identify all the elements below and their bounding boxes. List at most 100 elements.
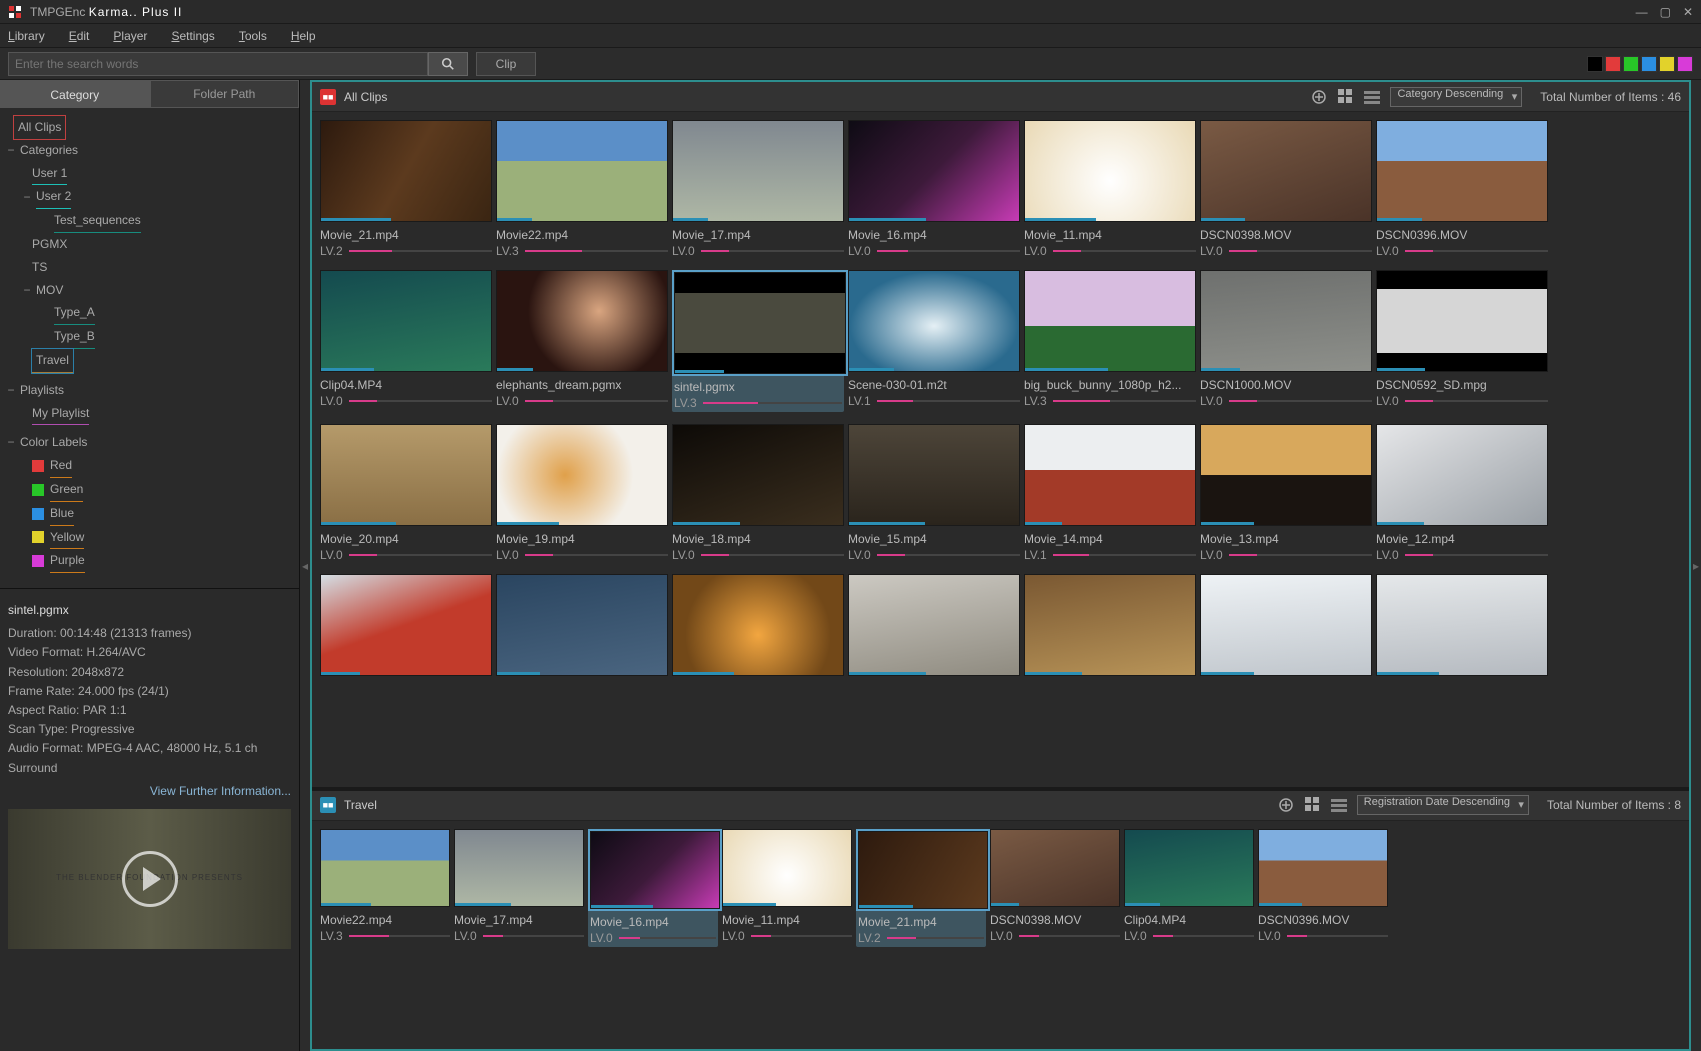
color-filter-1[interactable] — [1605, 56, 1621, 72]
clip-thumbnail[interactable] — [1124, 829, 1254, 907]
clip-item[interactable]: Movie_17.mp4LV.0 — [454, 829, 584, 947]
clip-thumbnail[interactable] — [848, 120, 1020, 222]
tree-playlists[interactable]: Playlists — [20, 379, 64, 402]
tree-my-playlist[interactable]: My Playlist — [32, 402, 89, 426]
clip-thumbnail[interactable] — [1376, 120, 1548, 222]
tree-pgmx[interactable]: PGMX — [32, 233, 67, 256]
tree-blue[interactable]: Blue — [50, 502, 74, 526]
tree-user2[interactable]: User 2 — [36, 185, 71, 209]
add-button[interactable] — [1310, 88, 1328, 106]
clip-item[interactable]: DSCN0592_SD.mpgLV.0 — [1376, 270, 1548, 412]
menu-library[interactable]: Library — [8, 29, 45, 43]
clip-thumbnail[interactable] — [848, 270, 1020, 372]
clip-thumbnail[interactable] — [320, 120, 492, 222]
color-filter-0[interactable] — [1587, 56, 1603, 72]
tree-ts[interactable]: TS — [32, 256, 47, 279]
clip-thumbnail[interactable] — [320, 424, 492, 526]
clip-item[interactable]: Movie_18.mp4LV.0 — [672, 424, 844, 562]
color-filter-4[interactable] — [1659, 56, 1675, 72]
tree-purple[interactable]: Purple — [50, 549, 85, 573]
menu-help[interactable]: Help — [291, 29, 316, 43]
clip-item[interactable]: Movie_14.mp4LV.1 — [1024, 424, 1196, 562]
clip-item[interactable]: Scene-030-01.m2tLV.1 — [848, 270, 1020, 412]
menu-player[interactable]: Player — [113, 29, 147, 43]
maximize-button[interactable]: ▢ — [1660, 5, 1671, 19]
clip-item[interactable]: sintel.pgmxLV.3 — [672, 270, 844, 412]
clip-item[interactable]: Movie_11.mp4LV.0 — [1024, 120, 1196, 258]
sort-dropdown-lower[interactable]: Registration Date Descending — [1357, 795, 1529, 815]
clip-thumbnail[interactable] — [858, 831, 988, 909]
clip-thumbnail[interactable] — [496, 424, 668, 526]
clip-thumbnail[interactable] — [454, 829, 584, 907]
clip-thumbnail[interactable] — [1024, 270, 1196, 372]
list-view-icon[interactable] — [1364, 89, 1380, 105]
menu-tools[interactable]: Tools — [239, 29, 267, 43]
clip-item[interactable]: Movie_11.mp4LV.0 — [722, 829, 852, 947]
clip-thumbnail[interactable] — [1024, 424, 1196, 526]
clip-item[interactable] — [496, 574, 668, 676]
clip-item[interactable] — [672, 574, 844, 676]
clip-item[interactable]: Movie_13.mp4LV.0 — [1200, 424, 1372, 562]
clip-item[interactable]: DSCN1000.MOVLV.0 — [1200, 270, 1372, 412]
clip-thumbnail[interactable] — [990, 829, 1120, 907]
clip-item[interactable] — [1024, 574, 1196, 676]
clip-thumbnail[interactable] — [1200, 424, 1372, 526]
grid-view-icon-lower[interactable] — [1305, 797, 1321, 813]
grid-view-icon[interactable] — [1338, 89, 1354, 105]
tree-travel[interactable]: Travel — [32, 349, 73, 373]
clip-thumbnail[interactable] — [590, 831, 720, 909]
clip-item[interactable]: Movie22.mp4LV.3 — [496, 120, 668, 258]
clip-thumbnail[interactable] — [1024, 120, 1196, 222]
clip-thumbnail[interactable] — [1258, 829, 1388, 907]
left-splitter[interactable]: ◂ — [300, 80, 310, 1051]
tree-test-seq[interactable]: Test_sequences — [54, 209, 141, 233]
color-filter-5[interactable] — [1677, 56, 1693, 72]
tab-folder-path[interactable]: Folder Path — [150, 80, 300, 108]
clip-thumbnail[interactable] — [672, 574, 844, 676]
clip-thumbnail[interactable] — [1200, 270, 1372, 372]
color-filter-3[interactable] — [1641, 56, 1657, 72]
tree-green[interactable]: Green — [50, 478, 83, 502]
clip-item[interactable]: Movie_17.mp4LV.0 — [672, 120, 844, 258]
tree-mov[interactable]: MOV — [36, 279, 63, 302]
clip-item[interactable]: Movie_20.mp4LV.0 — [320, 424, 492, 562]
clip-thumbnail[interactable] — [496, 120, 668, 222]
play-button[interactable] — [122, 851, 178, 907]
tree-categories[interactable]: Categories — [20, 139, 78, 162]
search-button[interactable] — [428, 52, 468, 76]
clip-thumbnail[interactable] — [672, 424, 844, 526]
clip-item[interactable]: DSCN0398.MOVLV.0 — [990, 829, 1120, 947]
clip-thumbnail[interactable] — [1200, 120, 1372, 222]
clip-item[interactable]: Clip04.MP4LV.0 — [320, 270, 492, 412]
clip-item[interactable] — [1376, 574, 1548, 676]
clip-item[interactable]: Movie_12.mp4LV.0 — [1376, 424, 1548, 562]
clip-thumbnail[interactable] — [320, 829, 450, 907]
clip-thumbnail[interactable] — [672, 120, 844, 222]
clip-thumbnail[interactable] — [496, 270, 668, 372]
clip-thumbnail[interactable] — [320, 574, 492, 676]
clip-thumbnail[interactable] — [722, 829, 852, 907]
list-view-icon-lower[interactable] — [1331, 797, 1347, 813]
clip-item[interactable] — [320, 574, 492, 676]
clip-item[interactable]: DSCN0396.MOVLV.0 — [1258, 829, 1388, 947]
tree-user1[interactable]: User 1 — [32, 162, 67, 186]
clip-item[interactable]: DSCN0398.MOVLV.0 — [1200, 120, 1372, 258]
clip-item[interactable]: elephants_dream.pgmxLV.0 — [496, 270, 668, 412]
clip-thumbnail[interactable] — [1376, 574, 1548, 676]
clip-item[interactable]: Movie_21.mp4LV.2 — [856, 829, 986, 947]
tree-yellow[interactable]: Yellow — [50, 526, 84, 550]
tree-type-b[interactable]: Type_B — [54, 325, 95, 349]
clip-item[interactable] — [1200, 574, 1372, 676]
color-filter-2[interactable] — [1623, 56, 1639, 72]
clip-thumbnail[interactable] — [674, 272, 846, 374]
clip-thumbnail[interactable] — [496, 574, 668, 676]
minimize-button[interactable]: — — [1636, 5, 1648, 19]
clip-item[interactable] — [848, 574, 1020, 676]
menu-settings[interactable]: Settings — [171, 29, 214, 43]
tree-type-a[interactable]: Type_A — [54, 301, 95, 325]
add-button-lower[interactable] — [1277, 796, 1295, 814]
clip-item[interactable]: Movie_21.mp4LV.2 — [320, 120, 492, 258]
right-splitter[interactable]: ▸ — [1691, 80, 1701, 1051]
clip-item[interactable]: DSCN0396.MOVLV.0 — [1376, 120, 1548, 258]
clip-item[interactable]: Movie_19.mp4LV.0 — [496, 424, 668, 562]
